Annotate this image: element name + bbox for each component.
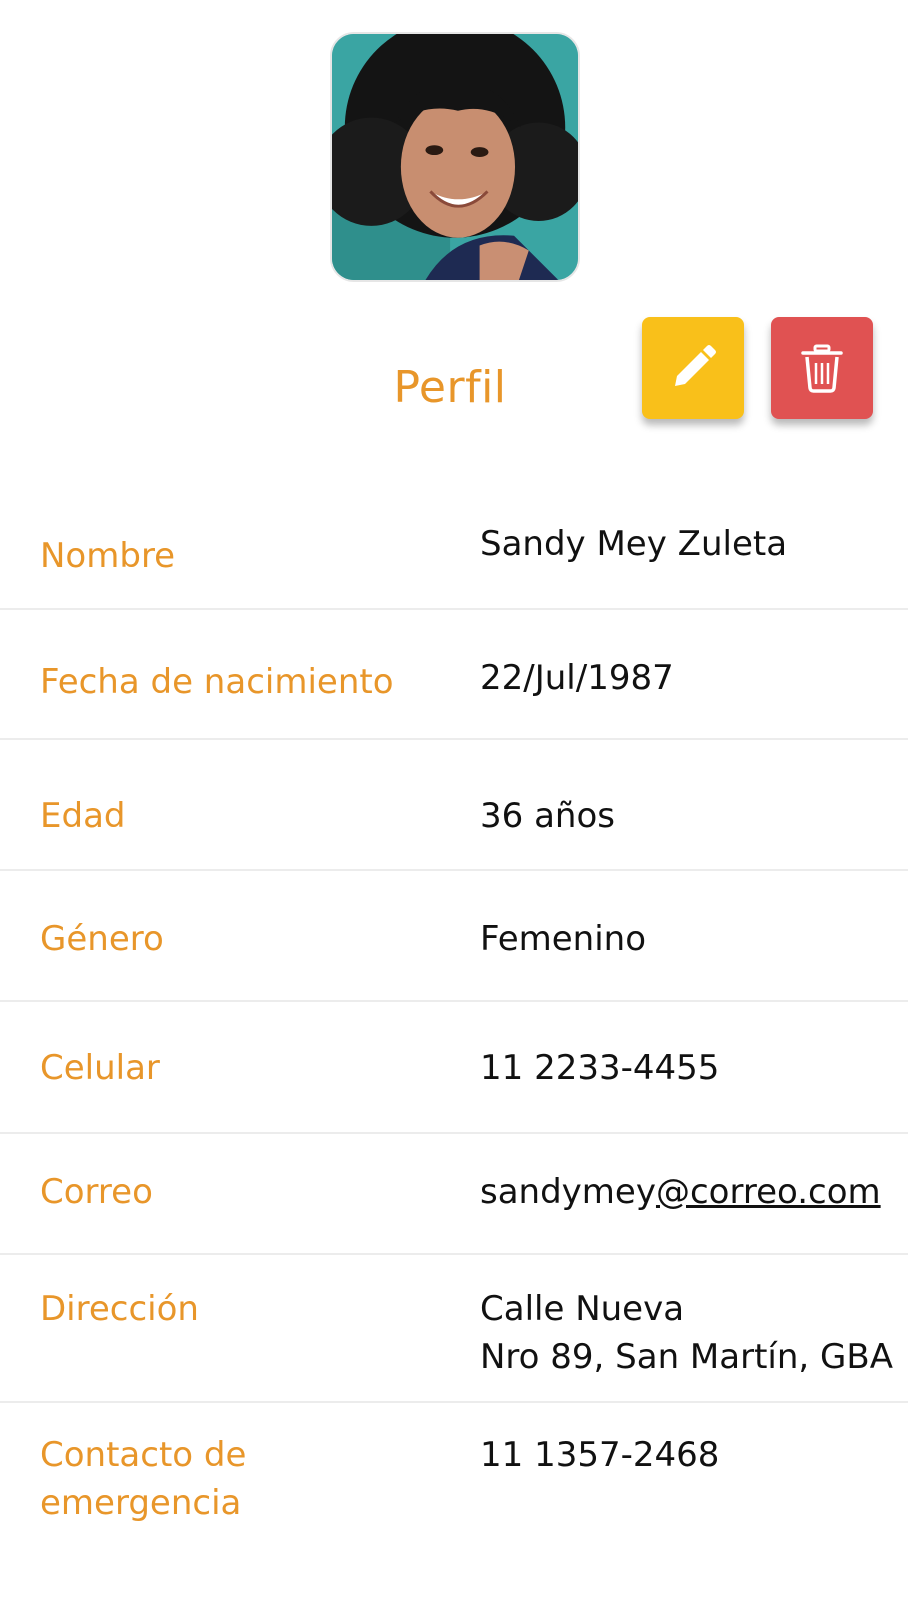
field-row-correo: Correo sandymey@correo.com [0, 1134, 908, 1255]
field-value: Femenino [480, 919, 646, 959]
field-row-fecha-nacimiento: Fecha de nacimiento 22/Jul/1987 [0, 610, 908, 740]
field-label: Nombre [40, 536, 176, 576]
trash-icon [801, 344, 843, 393]
email-user: sandymey [480, 1172, 656, 1212]
field-value: 11 1357-2468 [480, 1435, 720, 1475]
avatar-photo [332, 34, 578, 280]
field-label: Género [40, 919, 164, 959]
email-domain-link[interactable]: @correo.com [656, 1172, 881, 1212]
profile-screen: Perfil Nombre Sandy Mey Zuleta Fecha de … [0, 0, 908, 1600]
field-row-edad: Edad 36 años [0, 740, 908, 871]
field-label: Dirección [40, 1289, 199, 1329]
field-row-direccion: Dirección Calle Nueva Nro 89, San Martín… [0, 1255, 908, 1403]
field-value: 22/Jul/1987 [480, 658, 674, 698]
field-value: 11 2233-4455 [480, 1048, 720, 1088]
pencil-icon [675, 345, 716, 386]
field-label: Correo [40, 1172, 153, 1212]
field-label: Edad [40, 796, 126, 836]
field-value: 36 años [480, 796, 615, 836]
field-row-celular: Celular 11 2233-4455 [0, 1002, 908, 1134]
field-value-line1: Calle Nueva [480, 1289, 685, 1329]
delete-button[interactable] [771, 317, 873, 419]
field-value: Sandy Mey Zuleta [480, 524, 788, 564]
field-label-line1: Contacto de [40, 1435, 247, 1475]
profile-info-list: Nombre Sandy Mey Zuleta Fecha de nacimie… [0, 480, 908, 1563]
field-label-line2: emergencia [40, 1483, 242, 1523]
field-value-line2: Nro 89, San Martín, GBA [480, 1337, 893, 1377]
page-title: Perfil [393, 362, 507, 413]
field-row-contacto-emergencia: Contacto de emergencia 11 1357-2468 [0, 1403, 908, 1563]
field-row-nombre: Nombre Sandy Mey Zuleta [0, 480, 908, 610]
field-label: Celular [40, 1048, 160, 1088]
profile-avatar [330, 32, 580, 282]
edit-button[interactable] [642, 317, 744, 419]
field-label: Fecha de nacimiento [40, 662, 394, 702]
field-row-genero: Género Femenino [0, 871, 908, 1002]
email-value[interactable]: sandymey@correo.com [480, 1168, 908, 1216]
